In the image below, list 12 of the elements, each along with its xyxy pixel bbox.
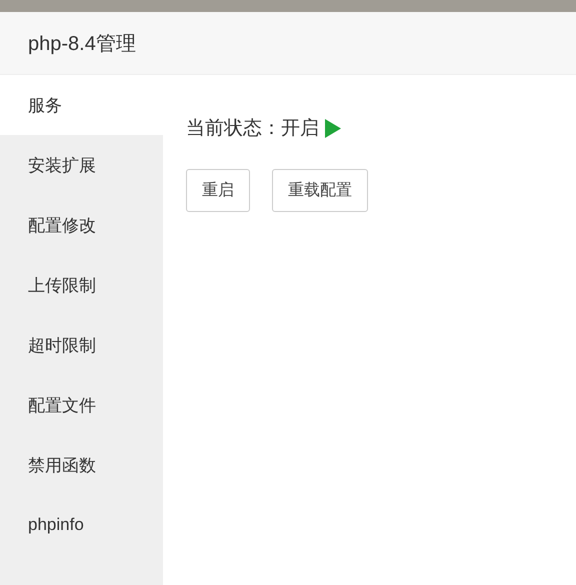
sidebar-item[interactable]: 禁用函数	[0, 435, 163, 495]
sidebar-item[interactable]: 安装扩展	[0, 135, 163, 195]
sidebar-item[interactable]: phpinfo	[0, 495, 163, 555]
sidebar-item[interactable]: 服务	[0, 75, 163, 135]
action-button[interactable]: 重载配置	[272, 169, 368, 212]
action-button[interactable]: 重启	[186, 169, 250, 212]
sidebar-item[interactable]: 上传限制	[0, 255, 163, 315]
status-text: 当前状态：开启	[186, 117, 319, 141]
sidebar-item[interactable]: 超时限制	[0, 315, 163, 375]
sidebar-item[interactable]: 配置文件	[0, 375, 163, 435]
window-title: php-8.4管理	[28, 32, 136, 56]
sidebar-item[interactable]: 配置修改	[0, 195, 163, 255]
